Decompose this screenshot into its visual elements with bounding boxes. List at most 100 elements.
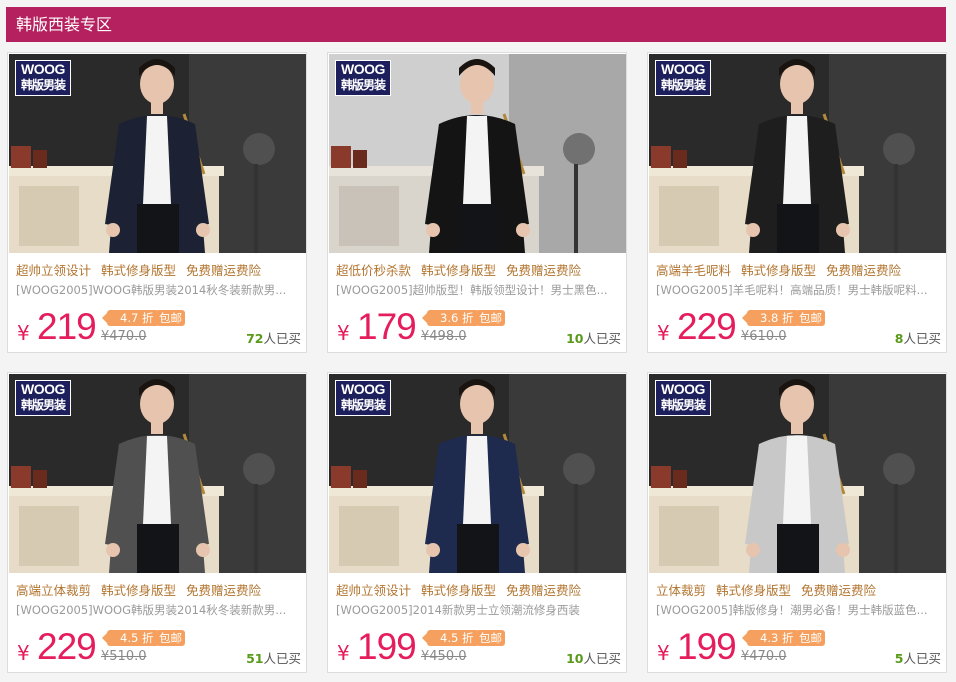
price-row: ¥ 229 3.8 折 包邮 ¥610.0 8人已买 (655, 304, 945, 348)
product-title-link[interactable]: [WOOG2005]WOOG韩版男装2014秋冬装新款男... (16, 282, 300, 298)
product-price: 229 (37, 626, 97, 667)
discount-badge: 3.8 折 (741, 310, 800, 326)
brand-logo-text: WOOG (661, 381, 705, 397)
product-tag: 高端羊毛呢料 (656, 263, 732, 278)
sold-count: 5人已买 (895, 648, 941, 667)
brand-logo-subtext: 韩版男装 (340, 398, 386, 412)
product-tag: 免费赠运费险 (826, 263, 902, 278)
product-price: 179 (357, 306, 417, 347)
discount-badge: 3.6 折 (421, 310, 480, 326)
sold-label: 人已买 (903, 651, 941, 666)
brand-logo: WOOG 韩版男装 (335, 60, 391, 96)
product-tags: 超帅立领设计 韩式修身版型 免费赠运费险 (16, 260, 306, 279)
product-tag: 韩式修身版型 (101, 263, 177, 278)
original-price: ¥498.0 (421, 329, 467, 344)
price-row: ¥ 219 4.7 折 包邮 ¥470.0 72人已买 (15, 304, 305, 348)
discount-badge: 4.7 折 (101, 310, 160, 326)
brand-logo-text: WOOG (21, 381, 65, 397)
product-tag: 韩式修身版型 (421, 263, 497, 278)
product-tags: 立体裁剪 韩式修身版型 免费赠运费险 (656, 580, 946, 599)
sold-label: 人已买 (583, 651, 621, 666)
product-card[interactable]: WOOG 韩版男装 高端羊毛呢料 韩式修身版型 免费赠运费险 [WOOG2005]羊… (647, 52, 947, 353)
sold-number: 10 (566, 331, 584, 346)
sold-number: 51 (246, 651, 264, 666)
original-price: ¥610.0 (741, 329, 787, 344)
currency-symbol: ¥ (657, 641, 670, 665)
sold-count: 10人已买 (566, 328, 621, 347)
free-shipping-badge: 包邮 (156, 630, 185, 646)
product-tags: 高端立体裁剪 韩式修身版型 免费赠运费险 (16, 580, 306, 599)
discount-badge: 4.5 折 (421, 630, 480, 646)
product-card[interactable]: WOOG 韩版男装 超低价秒杀款 韩式修身版型 免费赠运费险 [WOOG2005]超… (327, 52, 627, 353)
product-tags: 高端羊毛呢料 韩式修身版型 免费赠运费险 (656, 260, 946, 279)
product-title-link[interactable]: [WOOG2005]超帅版型！韩版领型设计！男士黑色... (336, 282, 620, 298)
product-price: 199 (357, 626, 417, 667)
brand-logo-subtext: 韩版男装 (340, 78, 386, 92)
product-title-link[interactable]: [WOOG2005]韩版修身！潮男必备！男士韩版蓝色... (656, 602, 940, 618)
product-card[interactable]: WOOG 韩版男装 高端立体裁剪 韩式修身版型 免费赠运费险 [WOOG2005]W… (7, 372, 307, 673)
sold-count: 72人已买 (246, 328, 301, 347)
product-tag: 韩式修身版型 (741, 263, 817, 278)
sold-number: 72 (246, 331, 264, 346)
product-card[interactable]: WOOG 韩版男装 超帅立领设计 韩式修身版型 免费赠运费险 [WOOG2005]2… (327, 372, 627, 673)
product-tag: 高端立体裁剪 (16, 583, 92, 598)
product-price: 219 (37, 306, 97, 347)
section-title: 韩版西装专区 (16, 15, 113, 34)
currency-symbol: ¥ (657, 321, 670, 345)
product-card[interactable]: WOOG 韩版男装 立体裁剪 韩式修身版型 免费赠运费险 [WOOG2005]韩版修… (647, 372, 947, 673)
section-header: 韩版西装专区 (6, 7, 946, 42)
currency-symbol: ¥ (337, 321, 350, 345)
free-shipping-badge: 包邮 (796, 630, 825, 646)
free-shipping-badge: 包邮 (476, 630, 505, 646)
product-tag: 免费赠运费险 (186, 583, 262, 598)
currency-symbol: ¥ (17, 641, 30, 665)
product-title-link[interactable]: [WOOG2005]2014新款男士立领潮流修身西装 (336, 602, 620, 618)
product-price: 229 (677, 306, 737, 347)
product-tag: 立体裁剪 (656, 583, 707, 598)
brand-logo-subtext: 韩版男装 (660, 78, 706, 92)
sold-label: 人已买 (583, 331, 621, 346)
brand-logo-subtext: 韩版男装 (660, 398, 706, 412)
free-shipping-badge: 包邮 (156, 310, 185, 326)
product-title-link[interactable]: [WOOG2005]羊毛呢料！高端品质！男士韩版呢料... (656, 282, 940, 298)
product-tag: 韩式修身版型 (716, 583, 792, 598)
product-tag: 超帅立领设计 (336, 583, 412, 598)
original-price: ¥470.0 (741, 649, 787, 664)
sold-count: 8人已买 (895, 328, 941, 347)
product-tags: 超帅立领设计 韩式修身版型 免费赠运费险 (336, 580, 626, 599)
brand-logo: WOOG 韩版男装 (655, 380, 711, 416)
product-tag: 韩式修身版型 (101, 583, 177, 598)
discount-badge: 4.5 折 (101, 630, 160, 646)
free-shipping-badge: 包邮 (796, 310, 825, 326)
product-tags: 超低价秒杀款 韩式修身版型 免费赠运费险 (336, 260, 626, 279)
product-price: 199 (677, 626, 737, 667)
brand-logo: WOOG 韩版男装 (655, 60, 711, 96)
sold-label: 人已买 (263, 651, 301, 666)
sold-count: 51人已买 (246, 648, 301, 667)
sold-count: 10人已买 (566, 648, 621, 667)
free-shipping-badge: 包邮 (476, 310, 505, 326)
brand-logo-text: WOOG (341, 61, 385, 77)
brand-logo-subtext: 韩版男装 (20, 78, 66, 92)
price-row: ¥ 179 3.6 折 包邮 ¥498.0 10人已买 (335, 304, 625, 348)
product-tag: 免费赠运费险 (506, 583, 582, 598)
sold-number: 10 (566, 651, 584, 666)
brand-logo: WOOG 韩版男装 (335, 380, 391, 416)
product-title-link[interactable]: [WOOG2005]WOOG韩版男装2014秋冬装新款男... (16, 602, 300, 618)
brand-logo: WOOG 韩版男装 (15, 380, 71, 416)
brand-logo: WOOG 韩版男装 (15, 60, 71, 96)
brand-logo-subtext: 韩版男装 (20, 398, 66, 412)
brand-logo-text: WOOG (661, 61, 705, 77)
product-tag: 超低价秒杀款 (336, 263, 412, 278)
currency-symbol: ¥ (17, 321, 30, 345)
product-tag: 免费赠运费险 (186, 263, 262, 278)
sold-label: 人已买 (903, 331, 941, 346)
sold-label: 人已买 (263, 331, 301, 346)
product-card[interactable]: WOOG 韩版男装 超帅立领设计 韩式修身版型 免费赠运费险 [WOOG2005]W… (7, 52, 307, 353)
price-row: ¥ 199 4.3 折 包邮 ¥470.0 5人已买 (655, 624, 945, 668)
product-tag: 免费赠运费险 (801, 583, 877, 598)
original-price: ¥470.0 (101, 329, 147, 344)
price-row: ¥ 229 4.5 折 包邮 ¥510.0 51人已买 (15, 624, 305, 668)
original-price: ¥510.0 (101, 649, 147, 664)
price-row: ¥ 199 4.5 折 包邮 ¥450.0 10人已买 (335, 624, 625, 668)
